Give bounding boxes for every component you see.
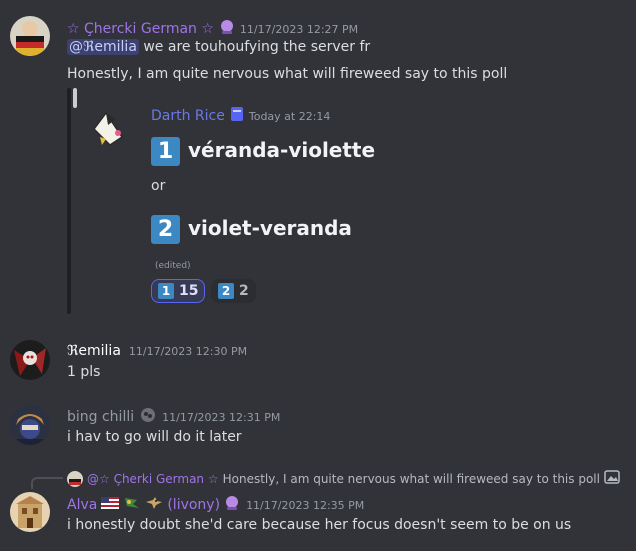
- embed-accent-bar: [67, 88, 71, 314]
- username-german[interactable]: ☆ Çhercki German ☆: [67, 21, 214, 37]
- us-flag-icon: [101, 497, 120, 513]
- message-text: i hav to go will do it later: [67, 429, 242, 445]
- username-suffix[interactable]: (livony): [167, 497, 220, 513]
- reaction-2[interactable]: 2 2: [211, 279, 256, 303]
- timestamp: 11/17/2023 12:30 PM: [128, 344, 248, 358]
- reply-username[interactable]: @☆ Çherki German ☆: [87, 472, 219, 486]
- reaction-1-selected[interactable]: 1 15: [151, 279, 206, 303]
- timestamp: 11/17/2023 12:27 PM: [239, 22, 359, 36]
- reaction-count: 15: [179, 283, 199, 299]
- poll-option-1: véranda-violette: [188, 138, 376, 162]
- user-mention[interactable]: @ℜemilia: [67, 39, 139, 55]
- poll-option-2: violet-veranda: [188, 216, 352, 240]
- message-text: we are touhoufying the server fr: [138, 39, 371, 55]
- username-alva[interactable]: Alva: [67, 497, 97, 513]
- reply-avatar[interactable]: [67, 470, 83, 487]
- timestamp: 11/17/2023 12:35 PM: [246, 498, 365, 512]
- message-text: Honestly, I am quite nervous what will f…: [67, 66, 508, 82]
- keycap-2-icon: 2: [218, 283, 234, 299]
- game-controller-icon: [139, 407, 157, 427]
- flag-icon: [123, 496, 141, 514]
- reaction-count: 2: [239, 283, 249, 299]
- keycap-2-icon: 2: [151, 215, 180, 244]
- reply-spine: [31, 477, 63, 489]
- poll-or-text: or: [151, 178, 166, 194]
- crystal-ball-icon: [224, 495, 240, 515]
- book-icon: [230, 106, 244, 126]
- keycap-1-icon: 1: [151, 137, 180, 166]
- avatar-alva[interactable]: [10, 492, 50, 532]
- username-bing-chilli[interactable]: bing chilli: [67, 409, 134, 425]
- embed-timestamp: Today at 22:14: [248, 109, 331, 123]
- keycap-1-icon: 1: [158, 283, 174, 299]
- avatar-remilia[interactable]: [10, 340, 50, 380]
- embed-author-name[interactable]: Darth Rice: [151, 108, 225, 124]
- timestamp: 11/17/2023 12:31 PM: [162, 410, 281, 424]
- image-icon: [604, 470, 620, 487]
- username-remilia[interactable]: ℜemilia: [67, 343, 121, 359]
- edited-label: (edited): [155, 261, 191, 271]
- message-text: i honestly doubt she'd care because her …: [67, 517, 572, 533]
- embed-scrollbar[interactable]: [73, 88, 77, 108]
- avatar-german[interactable]: [10, 16, 50, 56]
- avatar-darth-rice[interactable]: [92, 109, 126, 149]
- message-text: 1 pls: [67, 364, 101, 380]
- eagle-icon: [145, 496, 163, 514]
- avatar-bing-chilli[interactable]: [10, 405, 50, 445]
- crystal-ball-icon: [219, 19, 235, 39]
- reply-preview-text[interactable]: Honestly, I am quite nervous what will f…: [223, 472, 600, 486]
